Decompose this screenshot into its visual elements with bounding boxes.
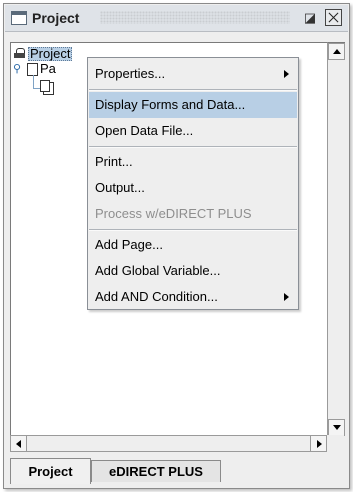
menu-item-output[interactable]: Output... — [89, 175, 297, 201]
project-icon — [14, 48, 26, 59]
menu-separator — [89, 229, 297, 231]
menu-item-process-edirect-plus: Process w/eDIRECT PLUS — [89, 201, 297, 227]
title-bar-grip[interactable] — [100, 11, 290, 24]
tab-edirect-plus[interactable]: eDIRECT PLUS — [91, 460, 221, 482]
menu-item-label: Add Global Variable... — [95, 263, 221, 278]
scroll-corner — [327, 435, 344, 452]
expand-handle-icon[interactable]: ⚲ — [13, 64, 23, 75]
maximize-icon[interactable]: ◪ — [302, 10, 318, 26]
title-bar[interactable]: Project ◪ — [5, 5, 348, 32]
form-icon — [40, 80, 54, 95]
window-icon — [11, 11, 27, 25]
arrow-left-icon — [16, 440, 21, 448]
menu-item-label: Print... — [95, 154, 133, 169]
arrow-right-icon — [317, 440, 322, 448]
menu-item-add-global-variable[interactable]: Add Global Variable... — [89, 258, 297, 284]
menu-item-properties[interactable]: Properties... — [89, 61, 297, 87]
arrow-up-icon — [333, 49, 341, 54]
menu-item-print[interactable]: Print... — [89, 149, 297, 175]
arrow-down-icon — [333, 425, 341, 430]
menu-item-display-forms-and-data[interactable]: Display Forms and Data... — [89, 92, 297, 118]
menu-item-open-data-file[interactable]: Open Data File... — [89, 118, 297, 144]
scroll-up-button[interactable] — [328, 43, 345, 60]
tree-connector — [33, 75, 34, 88]
menu-item-label: Output... — [95, 180, 145, 195]
context-menu: Properties... Display Forms and Data... … — [87, 57, 299, 310]
menu-separator — [89, 146, 297, 148]
menu-item-label: Add AND Condition... — [95, 289, 218, 304]
submenu-arrow-icon — [284, 70, 289, 78]
tree-node-project-label[interactable]: Project — [28, 47, 73, 61]
menu-item-label: Display Forms and Data... — [95, 97, 246, 112]
menu-item-label: Open Data File... — [95, 123, 194, 138]
scroll-left-button[interactable] — [10, 435, 27, 452]
close-icon[interactable] — [325, 9, 342, 26]
tree-node-page-label[interactable]: Pa — [40, 62, 56, 76]
menu-item-label: Process w/eDIRECT PLUS — [95, 206, 252, 221]
tab-project[interactable]: Project — [10, 458, 91, 484]
submenu-arrow-icon — [284, 293, 289, 301]
scroll-down-button[interactable] — [328, 419, 345, 436]
menu-item-label: Properties... — [95, 66, 166, 81]
menu-item-add-page[interactable]: Add Page... — [89, 232, 297, 258]
window-title: Project — [32, 10, 80, 26]
menu-item-add-and-condition[interactable]: Add AND Condition... — [89, 284, 297, 310]
tab-bar: Project eDIRECT PLUS — [5, 456, 348, 486]
menu-separator — [89, 89, 297, 91]
vertical-scrollbar[interactable] — [327, 42, 345, 436]
horizontal-scrollbar[interactable] — [10, 435, 327, 452]
menu-item-label: Add Page... — [95, 237, 163, 252]
scroll-right-button[interactable] — [310, 435, 327, 452]
